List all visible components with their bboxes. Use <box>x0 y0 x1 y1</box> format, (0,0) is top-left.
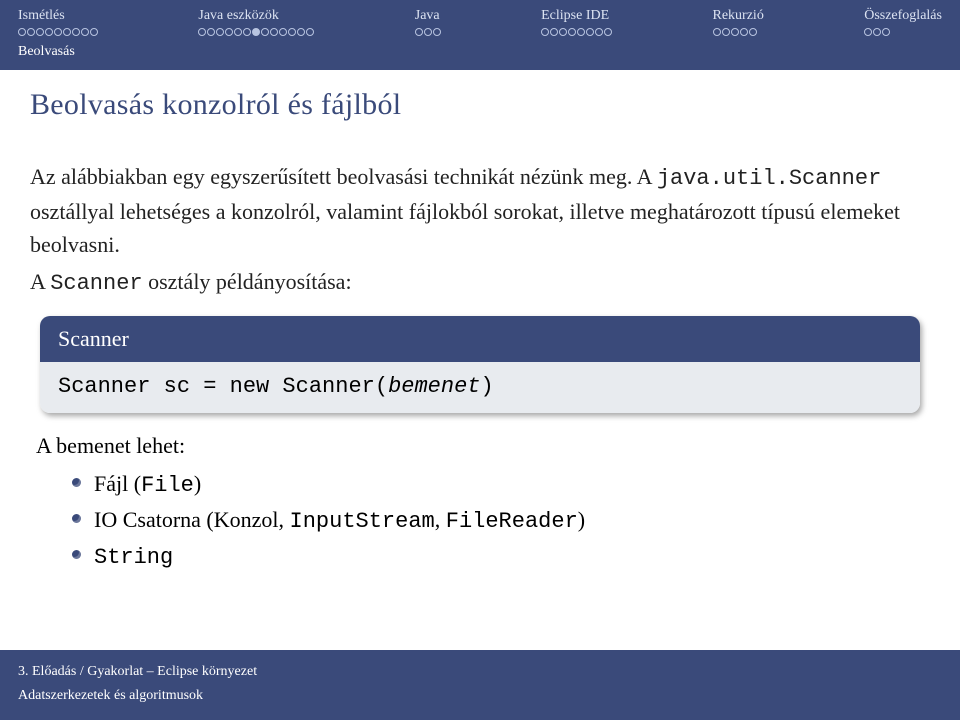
li0-b: ) <box>194 471 201 496</box>
scanner-fqcn: java.util.Scanner <box>657 166 881 191</box>
para1-line-b-pre: A <box>637 164 657 189</box>
progress-dot-icon <box>18 28 26 36</box>
para1-line-a: Az alábbiakban egy egyszerűsített beolva… <box>30 164 632 189</box>
slide-title: Beolvasás konzolról és fájlból <box>30 88 930 122</box>
progress-dot-icon <box>577 28 585 36</box>
li0-a: Fájl ( <box>94 471 141 496</box>
nav-item[interactable]: Java <box>415 8 441 36</box>
list-item: String <box>72 539 930 575</box>
li2-tt: String <box>94 545 173 570</box>
progress-dot-icon <box>225 28 233 36</box>
progress-dot-icon <box>63 28 71 36</box>
paragraph-2: A Scanner osztály példányosítása: <box>30 265 930 300</box>
progress-dot-icon <box>722 28 730 36</box>
progress-dot-icon <box>261 28 269 36</box>
input-types-block: A bemenet lehet: Fájl (File) IO Csatorna… <box>30 433 930 575</box>
slide-footer: 3. Előadás / Gyakorlat – Eclipse környez… <box>0 650 960 720</box>
progress-dot-icon <box>72 28 80 36</box>
progress-dot-icon <box>595 28 603 36</box>
paragraph-1: Az alábbiakban egy egyszerűsített beolva… <box>30 160 930 261</box>
footer-line-1: 3. Előadás / Gyakorlat – Eclipse környez… <box>18 660 942 684</box>
progress-dot-icon <box>433 28 441 36</box>
para2-post: osztály példányosítása: <box>143 269 352 294</box>
progress-dot-icon <box>27 28 35 36</box>
progress-dot-icon <box>270 28 278 36</box>
progress-dot-icon <box>90 28 98 36</box>
progress-dot-icon <box>604 28 612 36</box>
nav-item-label: Összefoglalás <box>864 8 942 24</box>
slide-header: Ismétlés Java eszközök Java Eclipse IDE Reku… <box>0 0 960 70</box>
progress-dot-icon <box>36 28 44 36</box>
progress-dot-icon <box>713 28 721 36</box>
progress-dot-icon <box>54 28 62 36</box>
code-box-title: Scanner <box>40 316 920 362</box>
nav-sub-label: Beolvasás <box>18 44 942 60</box>
progress-dot-icon <box>207 28 215 36</box>
scanner-class: Scanner <box>50 271 142 296</box>
li1-a: IO Csatorna (Konzol, <box>94 507 290 532</box>
footer-line-2: Adatszerkezetek és algoritmusok <box>18 684 942 708</box>
progress-dot-icon <box>198 28 206 36</box>
progress-dot-icon <box>415 28 423 36</box>
list-intro: A bemenet lehet: <box>36 433 930 459</box>
nav-item-label: Ismétlés <box>18 8 65 24</box>
nav-row: Ismétlés Java eszközök Java Eclipse IDE Reku… <box>18 8 942 36</box>
progress-dot-icon <box>288 28 296 36</box>
list-item: Fájl (File) <box>72 467 930 503</box>
list-item: IO Csatorna (Konzol, InputStream, FileRe… <box>72 503 930 539</box>
nav-progress-dots <box>713 28 757 36</box>
progress-dot-icon <box>45 28 53 36</box>
nav-item-label: Eclipse IDE <box>541 8 609 24</box>
nav-item[interactable]: Eclipse IDE <box>541 8 612 36</box>
code-box-body: Scanner sc = new Scanner(bemenet) <box>40 362 920 413</box>
li1-b: ) <box>578 507 585 532</box>
li1-tt2: FileReader <box>446 509 578 534</box>
code-part-b: ) <box>480 374 493 399</box>
li1-mid: , <box>435 507 446 532</box>
progress-dot-icon <box>749 28 757 36</box>
progress-dot-icon <box>306 28 314 36</box>
code-part-a: Scanner sc = new Scanner( <box>58 374 388 399</box>
nav-item[interactable]: Ismétlés <box>18 8 98 36</box>
progress-dot-icon <box>740 28 748 36</box>
nav-item-label: Rekurzió <box>713 8 764 24</box>
progress-dot-icon <box>216 28 224 36</box>
progress-dot-icon <box>882 28 890 36</box>
progress-dot-icon <box>586 28 594 36</box>
progress-dot-icon <box>279 28 287 36</box>
li1-tt1: InputStream <box>290 509 435 534</box>
input-types-list: Fájl (File) IO Csatorna (Konzol, InputSt… <box>72 467 930 575</box>
nav-progress-dots <box>864 28 890 36</box>
progress-dot-icon <box>234 28 242 36</box>
progress-dot-icon <box>873 28 881 36</box>
nav-progress-dots <box>18 28 98 36</box>
nav-progress-dots <box>541 28 612 36</box>
progress-dot-icon <box>731 28 739 36</box>
progress-dot-icon <box>297 28 305 36</box>
nav-item-label: Java <box>415 8 440 24</box>
code-part-param: bemenet <box>388 374 480 399</box>
progress-dot-icon <box>541 28 549 36</box>
para2-pre: A <box>30 269 50 294</box>
progress-dot-icon <box>243 28 251 36</box>
nav-progress-dots <box>415 28 441 36</box>
nav-item[interactable]: Rekurzió <box>713 8 764 36</box>
progress-dot-icon <box>81 28 89 36</box>
progress-dot-icon <box>568 28 576 36</box>
progress-dot-icon <box>424 28 432 36</box>
progress-dot-icon <box>864 28 872 36</box>
para1-line-b-post: osztállyal lehetséges a konzolról, valam… <box>30 199 900 257</box>
nav-item[interactable]: Java eszközök <box>198 8 314 36</box>
code-box: Scanner Scanner sc = new Scanner(bemenet… <box>40 316 920 413</box>
li0-tt: File <box>141 473 194 498</box>
progress-dot-icon <box>252 28 260 36</box>
progress-dot-icon <box>559 28 567 36</box>
progress-dot-icon <box>550 28 558 36</box>
slide-content: Beolvasás konzolról és fájlból Az alábbi… <box>0 70 960 575</box>
nav-item-label: Java eszközök <box>198 8 278 24</box>
nav-progress-dots <box>198 28 314 36</box>
nav-item[interactable]: Összefoglalás <box>864 8 942 36</box>
